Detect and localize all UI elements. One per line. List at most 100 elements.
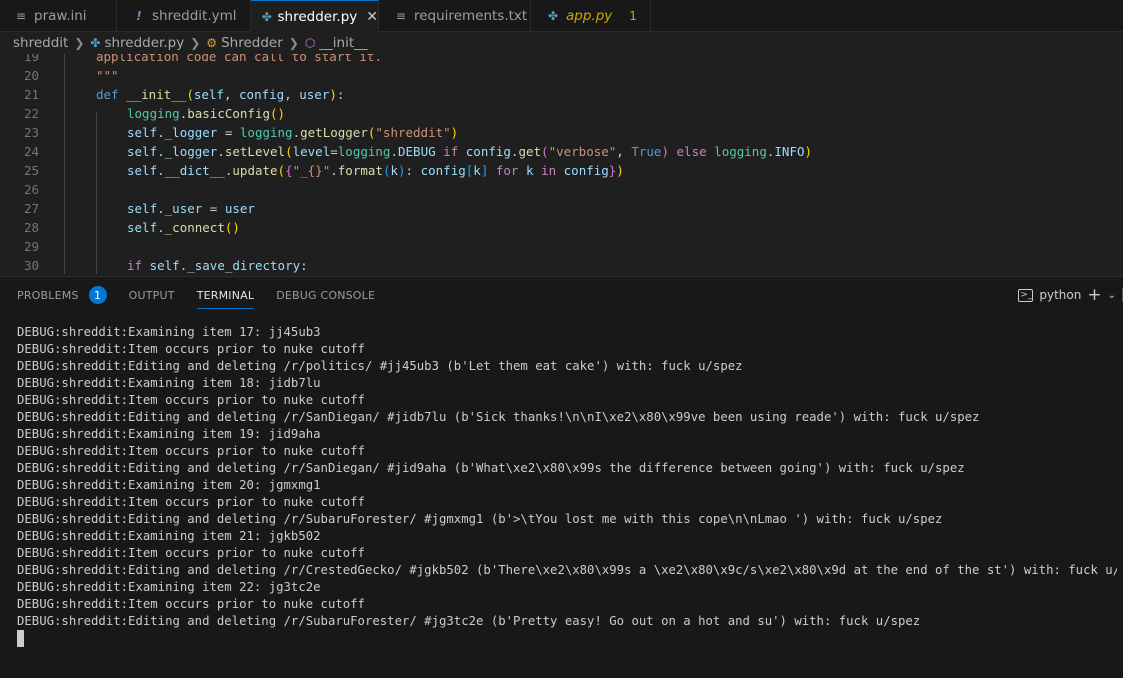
line-number: 23 — [23, 125, 39, 140]
tab-debug-console[interactable]: DEBUG CONSOLE — [276, 277, 375, 313]
tab-label: PROBLEMS — [17, 288, 79, 302]
line-number: 28 — [23, 220, 39, 235]
code-line: 25 self.__dict__.update({"_{}".format(k)… — [0, 161, 1123, 180]
method-icon: ⬡ — [304, 36, 316, 50]
tab-label: app.py — [566, 8, 613, 24]
bottom-panel: PROBLEMS 1 OUTPUT TERMINAL DEBUG CONSOLE… — [0, 276, 1123, 678]
tab-label: shredder.py — [277, 9, 358, 25]
tab-shredder-py[interactable]: ✤ shredder.py ✕ — [251, 0, 379, 33]
breadcrumb-class[interactable]: Shredder — [221, 35, 283, 51]
terminal-line: DEBUG:shreddit:Examining item 17: jj45ub… — [17, 325, 321, 339]
code-line: 30 if self._save_directory: — [0, 256, 1123, 274]
terminal-line: DEBUG:shreddit:Editing and deleting /r/S… — [17, 512, 943, 526]
terminal-line: DEBUG:shreddit:Editing and deleting /r/S… — [17, 410, 980, 424]
code-line: 27 self._user = user — [0, 199, 1123, 218]
code-line: 28 self._connect() — [0, 218, 1123, 237]
chevron-right-icon: ❯ — [190, 36, 201, 50]
terminal-line: DEBUG:shreddit:Examining item 19: jid9ah… — [17, 427, 321, 441]
plus-icon[interactable]: + — [1087, 285, 1101, 305]
terminal-cursor — [17, 630, 24, 647]
code-line: 20 """ — [0, 66, 1123, 85]
tab-requirements-txt[interactable]: ≡ requirements.txt — [379, 0, 531, 32]
class-icon: ⚙ — [206, 36, 218, 50]
line-number: 30 — [23, 258, 39, 273]
code-line: 22 logging.basicConfig() — [0, 104, 1123, 123]
line-number: 27 — [23, 201, 39, 216]
terminal-line: DEBUG:shreddit:Item occurs prior to nuke… — [17, 495, 365, 509]
code-text: """ — [96, 68, 119, 83]
chevron-right-icon: ❯ — [288, 36, 299, 50]
exclamation-icon: ! — [136, 9, 142, 23]
terminal-line: DEBUG:shreddit:Editing and deleting /r/S… — [17, 461, 965, 475]
python-icon: ✤ — [547, 9, 559, 23]
terminal-line: DEBUG:shreddit:Item occurs prior to nuke… — [17, 393, 365, 407]
code-line: 24 self._logger.setLevel(level=logging.D… — [0, 142, 1123, 161]
tab-label: DEBUG CONSOLE — [276, 288, 376, 302]
code-text: self._user = user — [127, 201, 255, 216]
terminal-line: DEBUG:shreddit:Examining item 18: jidb7l… — [17, 376, 321, 390]
lines-icon: ≡ — [395, 9, 407, 23]
tab-label: OUTPUT — [128, 288, 175, 302]
tab-problems[interactable]: PROBLEMS 1 — [17, 277, 107, 313]
tab-output[interactable]: OUTPUT — [129, 277, 175, 313]
code-text: application code can call to start it. — [96, 54, 382, 64]
code-line: 21 def __init__(self, config, user): — [0, 85, 1123, 104]
line-number: 29 — [23, 239, 39, 254]
breadcrumb: shreddit ❯ ✤ shredder.py ❯ ⚙ Shredder ❯ … — [0, 32, 1123, 54]
tab-terminal[interactable]: TERMINAL — [196, 277, 255, 313]
close-icon[interactable]: ✕ — [366, 9, 378, 25]
line-number: 21 — [23, 87, 39, 102]
line-number: 20 — [23, 68, 39, 83]
terminal-line: DEBUG:shreddit:Item occurs prior to nuke… — [17, 444, 365, 458]
terminal-output[interactable]: DEBUG:shreddit:Examining item 17: jj45ub… — [17, 324, 1117, 647]
terminal-line: DEBUG:shreddit:Editing and deleting /r/C… — [17, 563, 1117, 577]
terminal-actions: >_ python + ⌄ — [1018, 285, 1123, 305]
tab-label: shreddit.yml — [152, 8, 237, 24]
tab-praw-ini[interactable]: ≡ praw.ini — [0, 0, 117, 32]
python-icon: ✤ — [90, 36, 101, 50]
editor-tab-bar: ≡ praw.ini ! shreddit.yml ✤ shredder.py … — [0, 0, 1123, 33]
line-number: 22 — [23, 106, 39, 121]
breadcrumb-file[interactable]: shredder.py — [104, 35, 184, 51]
chevron-down-icon[interactable]: ⌄ — [1108, 290, 1116, 301]
line-number: 19 — [23, 54, 39, 64]
terminal-line: DEBUG:shreddit:Item occurs prior to nuke… — [17, 597, 365, 611]
chevron-right-icon: ❯ — [74, 36, 85, 50]
terminal-shell-label[interactable]: python — [1039, 288, 1081, 302]
code-text: logging.basicConfig() — [127, 106, 286, 121]
breadcrumb-method[interactable]: __init__ — [319, 35, 367, 51]
terminal-line: DEBUG:shreddit:Examining item 20: jgmxmg… — [17, 478, 321, 492]
terminal-line: DEBUG:shreddit:Item occurs prior to nuke… — [17, 342, 365, 356]
code-line: 29 — [0, 237, 1123, 256]
code-text: self.__dict__.update({"_{}".format(k): c… — [127, 163, 624, 178]
tab-label: requirements.txt — [414, 8, 528, 24]
problems-badge: 1 — [88, 286, 107, 304]
terminal-line: DEBUG:shreddit:Editing and deleting /r/S… — [17, 614, 921, 628]
tab-label: praw.ini — [34, 8, 87, 24]
breadcrumb-folder[interactable]: shreddit — [13, 35, 68, 51]
code-text: self._logger = logging.getLogger("shredd… — [127, 125, 459, 140]
code-line: 19 application code can call to start it… — [0, 54, 1123, 66]
panel-tabs: PROBLEMS 1 OUTPUT TERMINAL DEBUG CONSOLE — [0, 277, 380, 313]
code-line: 26 — [0, 180, 1123, 199]
code-text: if self._save_directory: — [127, 258, 308, 273]
terminal-line: DEBUG:shreddit:Item occurs prior to nuke… — [17, 546, 365, 560]
tab-shreddit-yml[interactable]: ! shreddit.yml — [117, 0, 251, 32]
tab-label: TERMINAL — [196, 288, 255, 302]
problem-count: 1 — [629, 9, 637, 23]
terminal-line: DEBUG:shreddit:Editing and deleting /r/p… — [17, 359, 743, 373]
line-number: 26 — [23, 182, 39, 197]
terminal-line: DEBUG:shreddit:Examining item 21: jgkb50… — [17, 529, 321, 543]
line-number: 24 — [23, 144, 39, 159]
code-text: self._logger.setLevel(level=logging.DEBU… — [127, 144, 813, 159]
terminal-line: DEBUG:shreddit:Examining item 22: jg3tc2… — [17, 580, 321, 594]
code-editor[interactable]: 19 application code can call to start it… — [0, 54, 1123, 274]
code-text: def __init__(self, config, user): — [96, 87, 345, 102]
terminal-icon: >_ — [1018, 288, 1034, 302]
tab-app-py[interactable]: ✤ app.py 1 — [531, 0, 651, 32]
code-line: 23 self._logger = logging.getLogger("shr… — [0, 123, 1123, 142]
python-icon: ✤ — [261, 10, 272, 24]
line-number: 25 — [23, 163, 39, 178]
code-text: self._connect() — [127, 220, 240, 235]
lines-icon: ≡ — [15, 9, 27, 23]
